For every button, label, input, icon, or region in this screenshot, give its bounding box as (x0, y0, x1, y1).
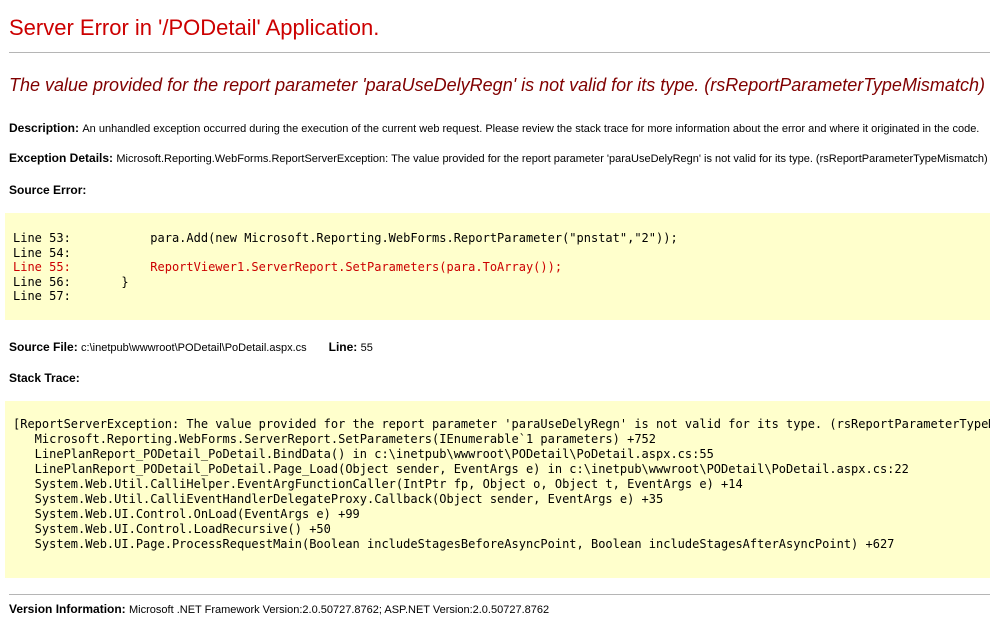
source-file-path: c:\inetpub\wwwroot\PODetail\PoDetail.asp… (81, 342, 307, 354)
description-label: Description: (9, 121, 82, 135)
description-text: An unhandled exception occurred during t… (82, 123, 979, 135)
exception-details-label: Exception Details: (9, 151, 116, 165)
source-error-label: Source Error: (9, 183, 990, 197)
version-information-label: Version Information: (9, 602, 129, 616)
description-line: Description: An unhandled exception occu… (9, 122, 990, 136)
top-divider (9, 52, 990, 53)
source-error-box: Line 53: para.Add(new Microsoft.Reportin… (5, 213, 990, 320)
exception-details-text: Microsoft.Reporting.WebForms.ReportServe… (116, 153, 987, 165)
server-error-page: Server Error in '/PODetail' Application.… (0, 0, 990, 619)
stack-trace-label: Stack Trace: (9, 371, 990, 385)
source-file-label: Source File: (9, 340, 81, 354)
stack-trace-code: [ReportServerException: The value provid… (13, 417, 990, 552)
page-title: Server Error in '/PODetail' Application. (9, 14, 990, 42)
source-file-line: Source File: c:\inetpub\wwwroot\PODetail… (9, 341, 990, 355)
exception-details-line: Exception Details: Microsoft.Reporting.W… (9, 152, 990, 166)
version-information-line: Version Information: Microsoft .NET Fram… (9, 603, 990, 617)
error-message: The value provided for the report parame… (9, 73, 990, 97)
line-number-label: Line: (329, 340, 361, 354)
bottom-divider (9, 594, 990, 595)
source-error-code: Line 53: para.Add(new Microsoft.Reportin… (13, 231, 990, 304)
line-number-value: 55 (361, 342, 373, 354)
version-information-text: Microsoft .NET Framework Version:2.0.507… (129, 604, 549, 616)
stack-trace-box: [ReportServerException: The value provid… (5, 401, 990, 578)
